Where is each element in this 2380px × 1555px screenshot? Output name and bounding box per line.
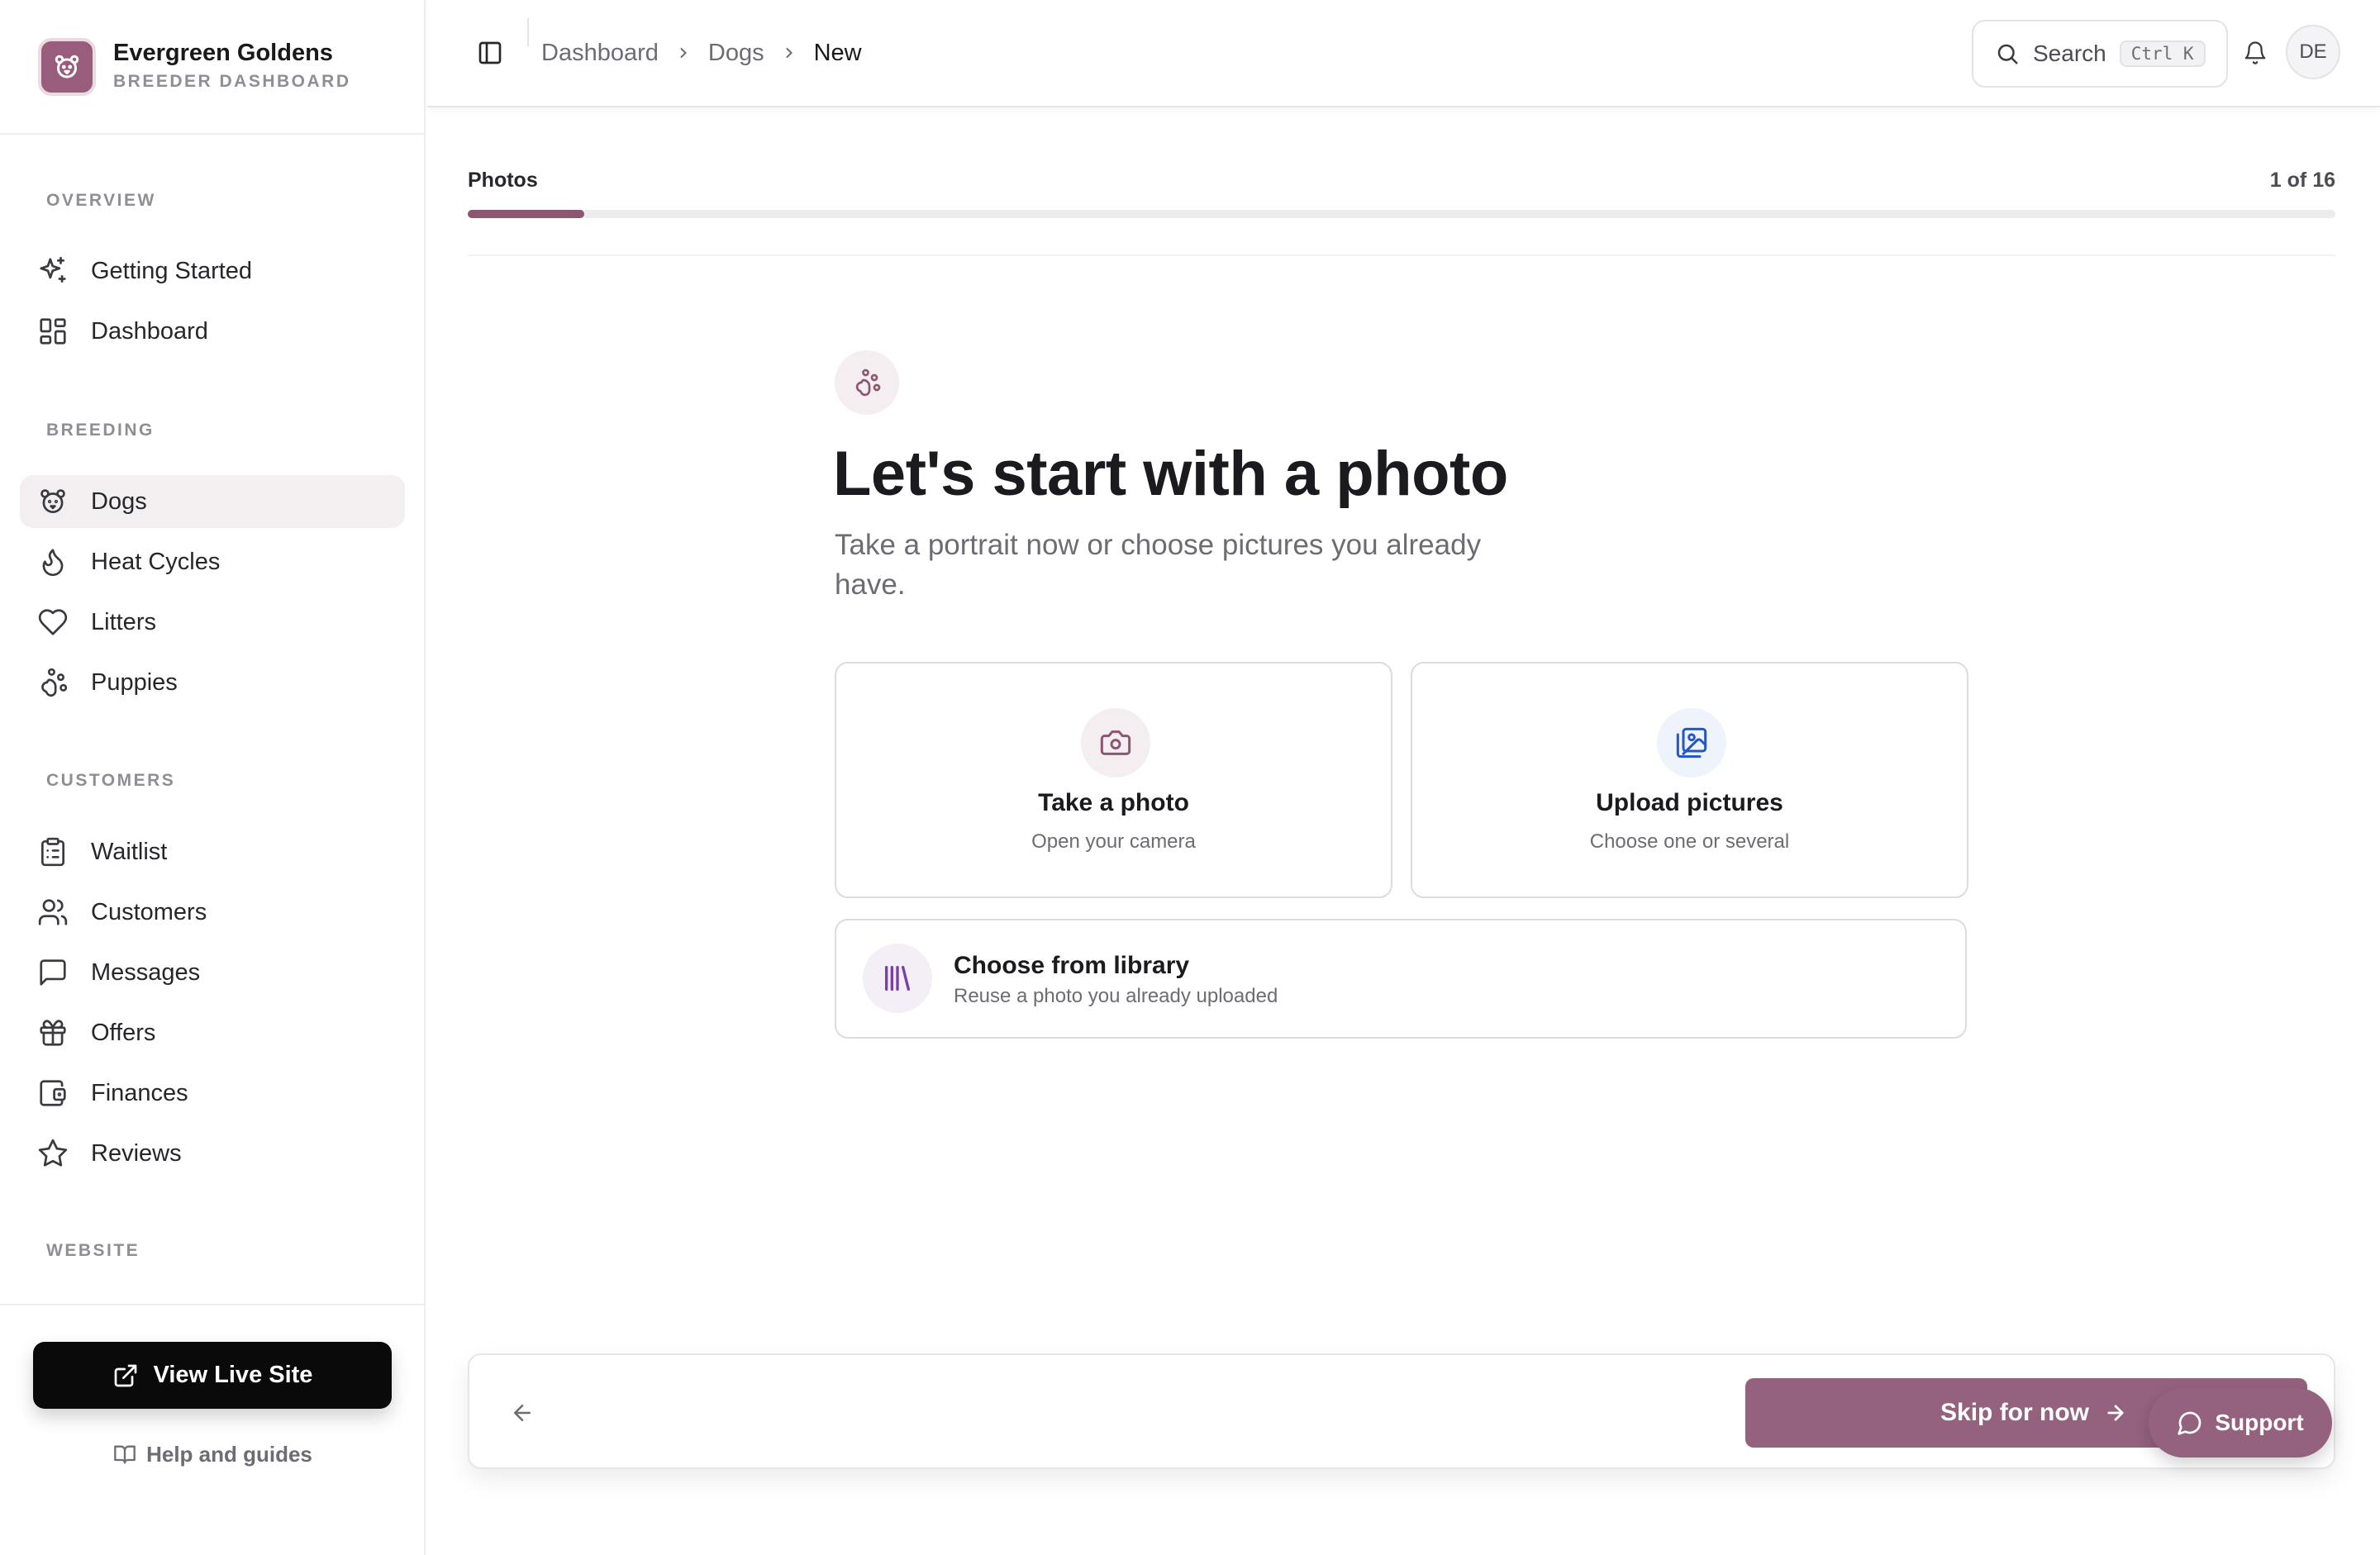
view-live-site-button[interactable]: View Live Site — [33, 1342, 392, 1409]
chevron-right-icon — [675, 45, 692, 61]
upload-pictures-button[interactable]: Upload pictures Choose one or several — [1411, 662, 1968, 898]
brand-name: Evergreen Goldens — [113, 40, 333, 66]
step-label: Photos — [468, 169, 538, 192]
bear-face-icon[interactable] — [38, 38, 96, 96]
sidebar-item-label: Heat Cycles — [91, 548, 221, 575]
search-input[interactable]: Search Ctrl K — [1972, 20, 2228, 88]
star-icon — [36, 1137, 69, 1170]
wizard-action-bar: Skip for now — [468, 1353, 2335, 1469]
images-icon — [1657, 708, 1726, 778]
section-website-title: WEBSITE — [46, 1241, 140, 1260]
avatar[interactable]: DE — [2286, 25, 2340, 79]
sidebar-footer: View Live Site Help and guides — [0, 1304, 426, 1555]
sidebar-item-label: Finances — [91, 1079, 188, 1106]
arrow-left-icon[interactable] — [507, 1398, 537, 1428]
panel-left-icon[interactable] — [474, 36, 507, 69]
sidebar-item-label: Puppies — [91, 668, 178, 696]
sidebar-item-litters[interactable]: Litters — [20, 596, 405, 649]
sidebar-item-dogs[interactable]: Dogs — [20, 475, 405, 528]
library-icon — [863, 944, 932, 1013]
wallet-icon — [36, 1077, 69, 1110]
sidebar-item-dashboard[interactable]: Dashboard — [20, 305, 405, 358]
chevron-right-icon — [781, 45, 797, 61]
sidebar-item-heat-cycles[interactable]: Heat Cycles — [20, 535, 405, 588]
skip-label: Skip for now — [1940, 1399, 2089, 1426]
search-icon — [1995, 41, 2020, 66]
support-button[interactable]: Support — [2149, 1388, 2332, 1458]
heart-icon — [36, 606, 69, 639]
search-placeholder: Search — [2033, 40, 2106, 66]
section-customers-title: CUSTOMERS — [46, 771, 176, 790]
external-link-icon — [112, 1362, 139, 1389]
sidebar-item-label: Dashboard — [91, 317, 208, 345]
option-description: Choose one or several — [1589, 830, 1790, 853]
library-description: Reuse a photo you already uploaded — [954, 985, 1278, 1007]
sidebar-item-offers[interactable]: Offers — [20, 1006, 405, 1059]
sidebar-item-waitlist[interactable]: Waitlist — [20, 825, 405, 878]
top-bar: Dashboard Dogs New Search Ctrl K DE — [427, 0, 2380, 107]
sidebar-item-getting-started[interactable]: Getting Started — [20, 245, 405, 297]
take-photo-button[interactable]: Take a photo Open your camera — [835, 662, 1392, 898]
brand-header: Evergreen Goldens BREEDER DASHBOARD — [0, 0, 426, 135]
help-guides-label: Help and guides — [146, 1441, 312, 1467]
breadcrumb-new: New — [813, 39, 862, 66]
page-subtitle: Take a portrait now or choose pictures y… — [835, 529, 1482, 601]
section-overview-title: OVERVIEW — [46, 191, 156, 210]
book-open-icon — [113, 1443, 136, 1466]
brand-subtitle: BREEDER DASHBOARD — [113, 72, 351, 91]
arrow-right-icon — [2104, 1401, 2127, 1424]
divider — [468, 254, 2335, 256]
sidebar-item-label: Waitlist — [91, 838, 168, 865]
sidebar-item-label: Reviews — [91, 1139, 182, 1167]
sidebar: Evergreen Goldens BREEDER DASHBOARD OVER… — [0, 0, 426, 1555]
option-description: Open your camera — [1031, 830, 1196, 853]
divider — [527, 18, 529, 46]
sidebar-item-label: Messages — [91, 958, 201, 986]
sidebar-item-finances[interactable]: Finances — [20, 1067, 405, 1120]
sparkles-icon — [36, 254, 69, 288]
layout-grid-icon — [36, 315, 69, 348]
sidebar-item-label: Offers — [91, 1019, 156, 1046]
camera-icon — [1081, 708, 1150, 778]
library-title: Choose from library — [954, 952, 1190, 979]
sidebar-item-customers[interactable]: Customers — [20, 886, 405, 939]
sidebar-item-puppies[interactable]: Puppies — [20, 656, 405, 709]
sidebar-item-label: Dogs — [91, 487, 147, 515]
dog-face-icon — [36, 485, 69, 518]
view-live-site-label: View Live Site — [153, 1362, 313, 1388]
step-count: 1 of 16 — [2269, 169, 2335, 192]
sidebar-item-reviews[interactable]: Reviews — [20, 1127, 405, 1180]
support-label: Support — [2215, 1410, 2304, 1435]
section-breeding-title: BREEDING — [46, 421, 155, 440]
clipboard-list-icon — [36, 835, 69, 868]
option-title: Take a photo — [1038, 789, 1189, 816]
sidebar-item-label: Litters — [91, 608, 156, 635]
paw-icon — [835, 350, 899, 415]
help-guides-link[interactable]: Help and guides — [0, 1438, 426, 1471]
message-circle-icon — [2177, 1410, 2203, 1436]
sidebar-item-label: Getting Started — [91, 257, 253, 284]
gift-icon — [36, 1016, 69, 1049]
breadcrumb-dashboard[interactable]: Dashboard — [541, 40, 659, 67]
users-icon — [36, 896, 69, 929]
page-title: Let's start with a photo — [833, 439, 1508, 509]
progress-bar — [468, 210, 2335, 218]
sidebar-item-label: Customers — [91, 898, 207, 925]
search-shortcut: Ctrl K — [2119, 40, 2206, 67]
breadcrumb: Dashboard Dogs New — [541, 36, 862, 69]
progress-fill — [468, 210, 585, 218]
breadcrumb-dogs[interactable]: Dogs — [708, 40, 764, 67]
option-title: Upload pictures — [1596, 789, 1783, 816]
flame-icon — [36, 545, 69, 578]
sidebar-item-messages[interactable]: Messages — [20, 946, 405, 999]
message-square-icon — [36, 956, 69, 989]
paw-icon — [36, 666, 69, 699]
bell-icon[interactable] — [2239, 36, 2272, 69]
choose-from-library-button[interactable]: Choose from library Reuse a photo you al… — [835, 919, 1967, 1039]
